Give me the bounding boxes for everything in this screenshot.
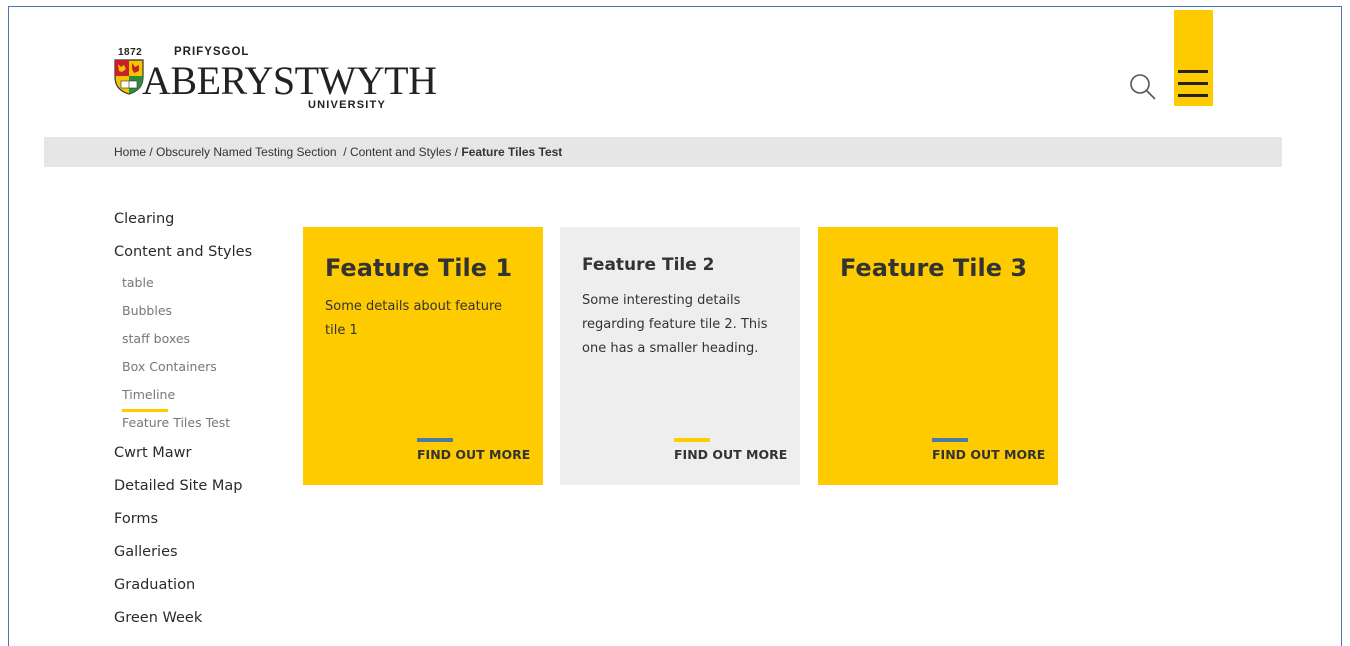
hamburger-menu-button[interactable] — [1174, 10, 1213, 106]
find-out-more-link[interactable]: FIND OUT MORE — [674, 447, 787, 462]
sidebar-item-graduation[interactable]: Graduation — [114, 569, 284, 602]
link-accent-bar — [417, 438, 453, 442]
sidebar-item-detailed-site-map[interactable]: Detailed Site Map — [114, 470, 284, 503]
breadcrumb-separator: / — [146, 145, 157, 159]
find-out-more-link[interactable]: FIND OUT MORE — [417, 447, 530, 462]
sidebar-item-galleries[interactable]: Galleries — [114, 536, 284, 569]
feature-tile-title: Feature Tile 3 — [840, 254, 1028, 282]
active-indicator — [122, 409, 168, 412]
sidebar-subitem-label: Feature Tiles Test — [122, 415, 231, 430]
breadcrumb: Home / Obscurely Named Testing Section /… — [44, 137, 1282, 167]
logo-year: 1872 — [118, 47, 143, 58]
feature-tile-title: Feature Tile 2 — [582, 255, 715, 275]
logo-top-text: PRIFYSGOL — [174, 46, 250, 58]
search-icon[interactable] — [1128, 72, 1158, 102]
breadcrumb-current: Feature Tiles Test — [461, 145, 563, 159]
logo-bottom-text: UNIVERSITY — [308, 99, 387, 111]
logo-name: ABERYSTWYTH — [142, 58, 437, 103]
feature-tile-title: Feature Tile 1 — [325, 254, 513, 282]
sidebar-subitem-staff-boxes[interactable]: staff boxes — [114, 325, 284, 353]
sidebar-subitem-feature-tiles-test[interactable]: Feature Tiles Test — [114, 409, 284, 437]
sidebar-item-forms[interactable]: Forms — [114, 503, 284, 536]
breadcrumb-testing-section[interactable]: Obscurely Named Testing Section — [156, 145, 337, 159]
breadcrumb-content-styles[interactable]: Content and Styles — [350, 145, 451, 159]
feature-tile-text: Some details about feature tile 1 — [325, 299, 503, 338]
sidebar-subitem-box-containers[interactable]: Box Containers — [114, 353, 284, 381]
sidebar-subitem-table[interactable]: table — [114, 269, 284, 297]
breadcrumb-separator: / — [339, 145, 350, 159]
university-logo[interactable]: 1872 PRIFYSGOL ABERYSTWYTH UNIVERSITY — [114, 46, 437, 117]
feature-tile-2[interactable]: Feature Tile 2 Some interesting details … — [560, 227, 800, 485]
sidebar-item-content-and-styles[interactable]: Content and Styles — [114, 236, 284, 269]
sidebar-item-cwrt-mawr[interactable]: Cwrt Mawr — [114, 437, 284, 470]
breadcrumb-separator: / — [451, 145, 462, 159]
link-accent-bar — [932, 438, 968, 442]
sidebar-item-green-week[interactable]: Green Week — [114, 602, 284, 635]
find-out-more-link[interactable]: FIND OUT MORE — [932, 447, 1045, 462]
sidebar-subitem-bubbles[interactable]: Bubbles — [114, 297, 284, 325]
crest-icon — [114, 59, 144, 95]
feature-tile-3[interactable]: Feature Tile 3 FIND OUT MORE — [818, 227, 1058, 485]
sidebar-nav: Clearing Content and Styles table Bubble… — [114, 203, 284, 635]
sidebar-subitem-timeline[interactable]: Timeline — [114, 381, 284, 409]
breadcrumb-home[interactable]: Home — [114, 145, 146, 159]
sidebar-item-clearing[interactable]: Clearing — [114, 203, 284, 236]
feature-tile-1[interactable]: Feature Tile 1 Some details about featur… — [303, 227, 543, 485]
link-accent-bar — [674, 438, 710, 442]
feature-tile-text: Some interesting details regarding featu… — [582, 293, 768, 356]
